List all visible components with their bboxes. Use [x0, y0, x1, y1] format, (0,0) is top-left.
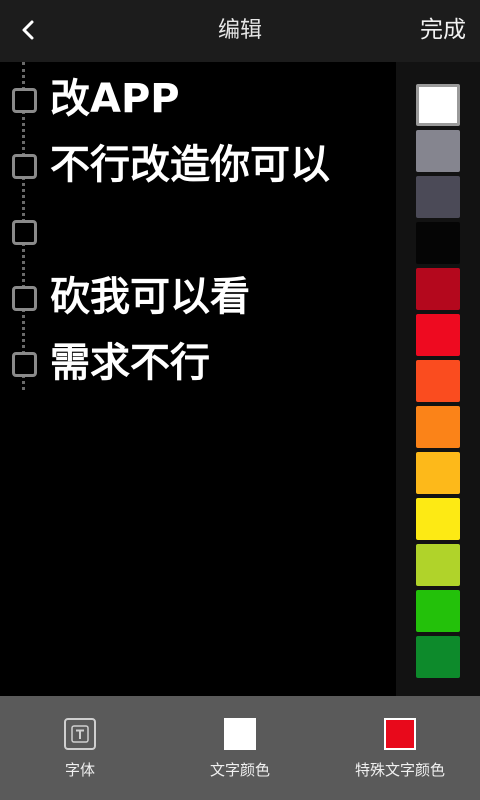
- color-swatch[interactable]: [416, 314, 460, 356]
- color-swatch[interactable]: [416, 130, 460, 172]
- text-line[interactable]: [0, 198, 396, 264]
- font-tool-button[interactable]: 字体: [0, 696, 160, 800]
- line-checkbox[interactable]: [12, 154, 37, 179]
- line-text[interactable]: 改APP: [50, 68, 180, 130]
- line-checkbox[interactable]: [12, 352, 37, 377]
- color-swatch[interactable]: [416, 544, 460, 586]
- color-swatch[interactable]: [416, 268, 460, 310]
- special-text-color-tool-label: 特殊文字颜色: [354, 761, 445, 779]
- color-swatch[interactable]: [416, 84, 460, 126]
- line-checkbox[interactable]: [12, 88, 37, 113]
- done-button[interactable]: 完成: [420, 10, 466, 50]
- text-color-swatch: [224, 718, 256, 750]
- color-swatch[interactable]: [416, 360, 460, 402]
- top-bar: 编辑 完成: [0, 0, 480, 62]
- text-line[interactable]: 改APP: [0, 66, 396, 132]
- color-swatch[interactable]: [416, 636, 460, 678]
- text-line[interactable]: 需求不行: [0, 330, 396, 396]
- line-checkbox[interactable]: [12, 286, 37, 311]
- line-checkbox[interactable]: [12, 220, 37, 245]
- text-editor[interactable]: 改APP 不行改造你可以 砍我可以看 需求不行: [0, 62, 396, 696]
- line-text[interactable]: 不行改造你可以: [50, 134, 330, 196]
- special-text-color-tool-button[interactable]: 特殊文字颜色: [320, 696, 480, 800]
- text-line[interactable]: 砍我可以看: [0, 264, 396, 330]
- color-swatch[interactable]: [416, 498, 460, 540]
- color-swatch[interactable]: [416, 590, 460, 632]
- text-color-tool-button[interactable]: 文字颜色: [160, 696, 320, 800]
- back-button[interactable]: [10, 12, 46, 48]
- text-line[interactable]: 不行改造你可以: [0, 132, 396, 198]
- special-text-color-swatch: [384, 718, 416, 750]
- page-title: 编辑: [217, 18, 262, 43]
- text-color-tool-label: 文字颜色: [209, 761, 270, 779]
- bottom-toolbar: 字体 文字颜色 特殊文字颜色: [0, 696, 480, 800]
- color-swatch[interactable]: [416, 452, 460, 494]
- font-t-icon: [64, 718, 96, 750]
- color-swatch[interactable]: [416, 222, 460, 264]
- line-text[interactable]: 砍我可以看: [50, 266, 250, 328]
- color-palette: [396, 62, 480, 696]
- color-swatch[interactable]: [416, 406, 460, 448]
- chevron-left-icon: [22, 20, 34, 40]
- font-tool-label: 字体: [64, 761, 95, 779]
- color-swatch[interactable]: [416, 176, 460, 218]
- line-text[interactable]: 需求不行: [50, 332, 210, 394]
